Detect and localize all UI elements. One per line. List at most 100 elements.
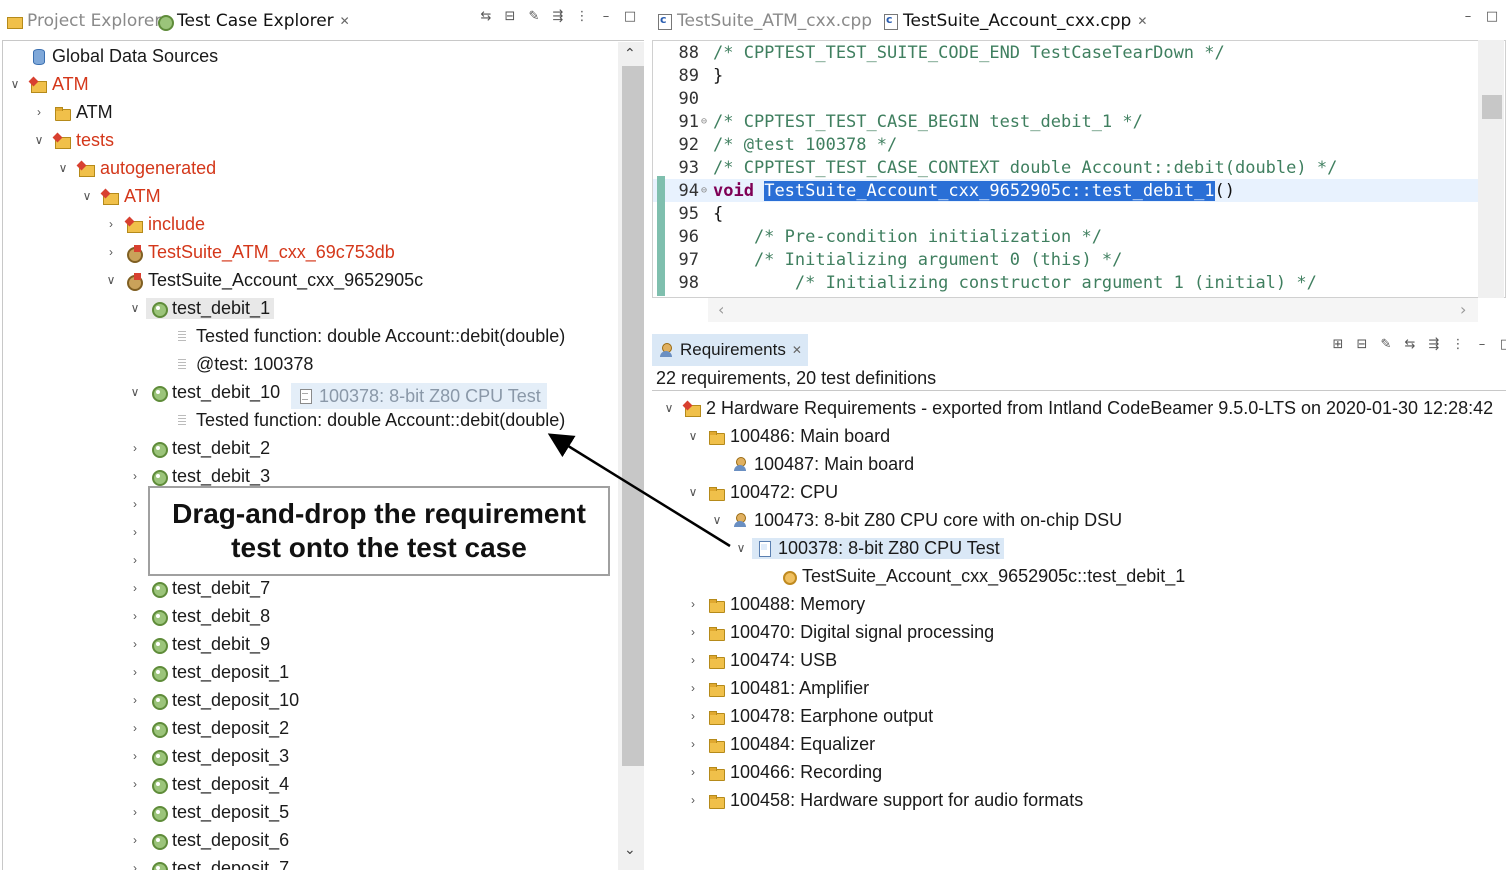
chevron-right-icon[interactable]: › [128,861,142,870]
sync-icon[interactable]: ⇆ [1398,334,1422,354]
req-item-audio-formats[interactable]: › 100458: Hardware support for audio for… [686,786,1083,814]
sync-icon[interactable]: ⇆ [474,6,498,26]
tab-project-explorer[interactable]: Project Explorer [6,6,161,36]
maximize-icon[interactable]: □ [1480,6,1504,26]
view-menu-icon[interactable]: ⋮ [570,6,594,26]
tree-toggle-hidden[interactable]: › [128,546,150,574]
left-vertical-scrollbar[interactable]: ⌃ ⌄ [618,42,644,870]
editor-horizontal-scrollbar[interactable]: ‹ › [708,298,1478,322]
chevron-down-icon[interactable]: ∨ [686,429,700,443]
chevron-right-icon[interactable]: › [686,709,700,723]
collapse-all-icon[interactable]: ⊟ [1350,334,1374,354]
scroll-left-icon[interactable]: ‹ [718,300,724,319]
scroll-right-icon[interactable]: › [1460,300,1466,319]
tree-item-test-deposit-10[interactable]: › test_deposit_10 [128,686,299,714]
tree-item-test-debit-8[interactable]: › test_debit_8 [128,602,270,630]
maximize-icon[interactable]: □ [1494,334,1506,354]
tree-item-test-deposit-1[interactable]: › test_deposit_1 [128,658,289,686]
chevron-right-icon[interactable]: › [128,497,142,511]
chevron-right-icon[interactable]: › [128,749,142,763]
tree-item-global-data-sources[interactable]: Global Data Sources [30,42,218,70]
chevron-right-icon[interactable]: › [686,793,700,807]
tree-item-test-tag[interactable]: @test: 100378 [174,350,313,378]
chevron-down-icon[interactable]: ∨ [32,133,46,147]
tab-testsuite-account-cpp[interactable]: TestSuite_Account_cxx.cpp ✕ [882,6,1147,36]
tree-item-tested-function[interactable]: Tested function: double Account::debit(d… [174,322,565,350]
chevron-right-icon[interactable]: › [128,805,142,819]
tree-item-test-debit-10[interactable]: ∨ test_debit_10 [128,378,280,406]
chevron-right-icon[interactable]: › [686,681,700,695]
close-icon[interactable]: ✕ [792,343,802,357]
tree-item-test-debit-7[interactable]: › test_debit_7 [128,574,270,602]
code-text-area[interactable]: 88 /* CPPTEST_TEST_SUITE_CODE_END TestCa… [652,40,1506,298]
editor-vertical-scrollbar[interactable] [1478,40,1504,298]
tree-toggle-hidden[interactable]: › [128,518,150,546]
chevron-right-icon[interactable]: › [686,625,700,639]
chevron-right-icon[interactable]: › [686,737,700,751]
tree-item-testsuite-account[interactable]: ∨ TestSuite_Account_cxx_9652905c [104,266,423,294]
req-item-recording[interactable]: › 100466: Recording [686,758,882,786]
close-icon[interactable]: ✕ [340,14,350,28]
minimize-icon[interactable]: – [594,6,618,26]
close-icon[interactable]: ✕ [1137,14,1147,28]
expand-all-icon[interactable]: ⊞ [1326,334,1350,354]
minimize-icon[interactable]: – [1456,6,1480,26]
req-item-main-board[interactable]: ∨ 100486: Main board [686,422,891,450]
tree-item-test-deposit-3[interactable]: › test_deposit_3 [128,742,289,770]
chevron-right-icon[interactable]: › [32,105,46,119]
req-item-memory[interactable]: › 100488: Memory [686,590,865,618]
chevron-down-icon[interactable]: ∨ [104,273,118,287]
scrollbar-thumb[interactable] [1482,95,1502,119]
link-icon[interactable]: ⇶ [1422,334,1446,354]
chevron-right-icon[interactable]: › [128,581,142,595]
tree-item-test-deposit-5[interactable]: › test_deposit_5 [128,798,289,826]
tree-item-test-deposit-4[interactable]: › test_deposit_4 [128,770,289,798]
chevron-down-icon[interactable]: ∨ [128,385,142,399]
tree-item-testsuite-atm[interactable]: › TestSuite_ATM_cxx_69c753db [104,238,395,266]
filter-icon[interactable]: ✎ [1374,334,1398,354]
filter-icon[interactable]: ✎ [522,6,546,26]
chevron-down-icon[interactable]: ∨ [734,541,748,555]
req-item-cpu-core[interactable]: ∨ 100473: 8-bit Z80 CPU core with on-chi… [710,506,1123,534]
chevron-down-icon[interactable]: ∨ [80,189,94,203]
req-item-dsp[interactable]: › 100470: Digital signal processing [686,618,994,646]
chevron-right-icon[interactable]: › [128,833,142,847]
scroll-up-icon[interactable]: ⌃ [624,46,636,62]
chevron-right-icon[interactable]: › [128,553,142,567]
req-item-usb[interactable]: › 100474: USB [686,646,837,674]
tree-item-test-deposit-7[interactable]: › test_deposit_7 [128,854,289,870]
req-item-cpu-test[interactable]: ∨ 100378: 8-bit Z80 CPU Test [734,534,1004,562]
scroll-down-icon[interactable]: ⌄ [624,842,636,858]
tree-item-atm-sub[interactable]: ∨ ATM [80,182,161,210]
fold-icon[interactable]: ⊖ [701,185,711,196]
tab-testsuite-atm-cpp[interactable]: TestSuite_ATM_cxx.cpp [656,6,872,36]
req-item-root[interactable]: ∨ 2 Hardware Requirements - exported fro… [662,394,1494,422]
req-item-main-board-leaf[interactable]: 100487: Main board [732,450,914,478]
chevron-right-icon[interactable]: › [128,721,142,735]
tab-test-case-explorer[interactable]: Test Case Explorer ✕ [156,6,350,36]
tree-item-tested-function[interactable]: Tested function: double Account::debit(d… [174,406,565,434]
chevron-right-icon[interactable]: › [128,609,142,623]
req-item-cpu[interactable]: ∨ 100472: CPU [686,478,838,506]
chevron-right-icon[interactable]: › [128,469,142,483]
view-menu-icon[interactable]: ⋮ [1446,334,1470,354]
chevron-down-icon[interactable]: ∨ [56,161,70,175]
scrollbar-thumb[interactable] [622,66,644,766]
chevron-right-icon[interactable]: › [128,637,142,651]
tree-item-test-deposit-2[interactable]: › test_deposit_2 [128,714,289,742]
chevron-down-icon[interactable]: ∨ [686,485,700,499]
tab-requirements[interactable]: Requirements ✕ [652,334,808,366]
tree-item-atm-folder[interactable]: › ATM [32,98,113,126]
maximize-icon[interactable]: □ [618,6,642,26]
chevron-right-icon[interactable]: › [104,217,118,231]
tree-item-test-debit-2[interactable]: › test_debit_2 [128,434,270,462]
tree-item-tests[interactable]: ∨ tests [32,126,114,154]
req-item-linked-test[interactable]: TestSuite_Account_cxx_9652905c::test_deb… [780,562,1185,590]
req-item-amplifier[interactable]: › 100481: Amplifier [686,674,869,702]
minimize-icon[interactable]: – [1470,334,1494,354]
collapse-all-icon[interactable]: ⊟ [498,6,522,26]
tree-toggle-hidden[interactable]: › [128,490,150,518]
chevron-right-icon[interactable]: › [686,653,700,667]
chevron-right-icon[interactable]: › [128,777,142,791]
tree-item-include[interactable]: › include [104,210,205,238]
